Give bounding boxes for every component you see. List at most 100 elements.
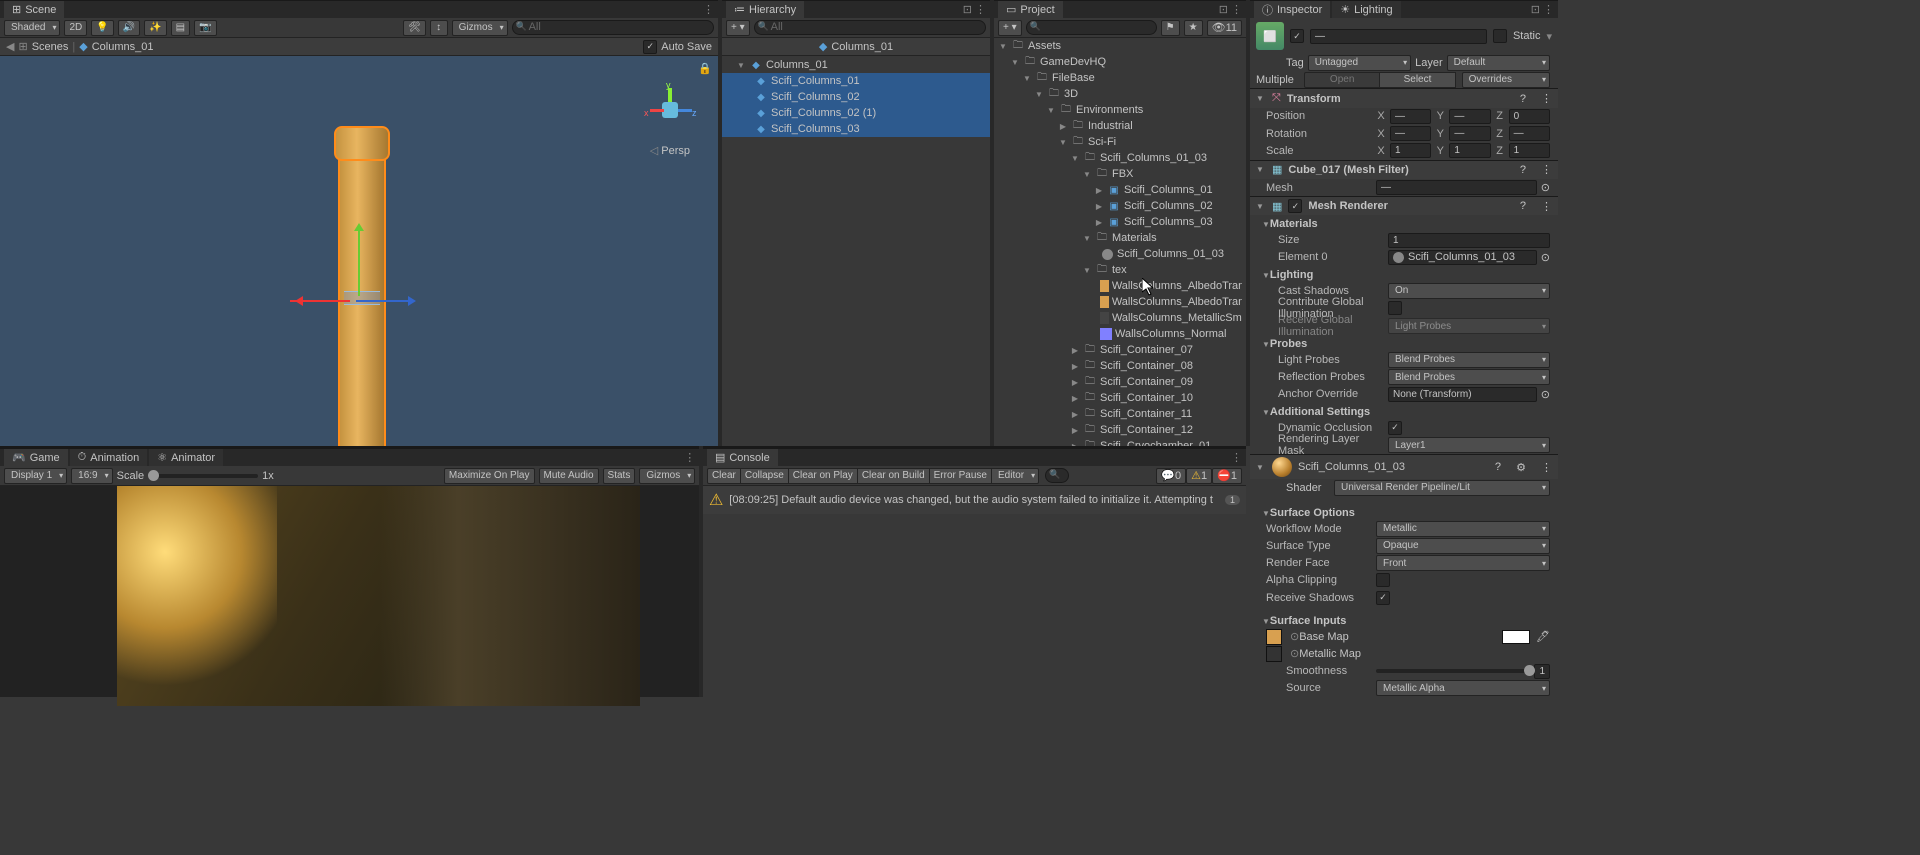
error-toggle[interactable]: ⛔1 bbox=[1212, 468, 1242, 484]
asset-item[interactable]: Scifi_Columns_01_03 bbox=[994, 246, 1246, 262]
orient-icon[interactable]: ↕ bbox=[430, 20, 448, 36]
maximize-on-play-button[interactable]: Maximize On Play bbox=[444, 468, 535, 484]
help-icon[interactable]: ? bbox=[1520, 200, 1526, 212]
folder-item[interactable]: ▼🗀Scifi_Columns_01_03 bbox=[994, 150, 1246, 166]
tab-animation[interactable]: ⏱Animation bbox=[70, 449, 148, 466]
help-icon[interactable]: ? bbox=[1520, 164, 1526, 176]
console-entry[interactable]: ⚠ [08:09:25] Default audio device was ch… bbox=[703, 486, 1246, 514]
camera-icon[interactable]: 📷 bbox=[194, 20, 216, 36]
asset-item[interactable]: ▶▣Scifi_Columns_02 bbox=[994, 198, 1246, 214]
asset-item[interactable]: WallsColumns_Normal bbox=[994, 326, 1246, 342]
create-dropdown[interactable]: + ▾ bbox=[726, 20, 750, 36]
anchor-override-field[interactable]: None (Transform) bbox=[1388, 387, 1537, 402]
move-gizmo[interactable] bbox=[290, 294, 420, 314]
hidden-count[interactable]: 👁11 bbox=[1207, 20, 1242, 36]
display-dropdown[interactable]: Display 1 bbox=[4, 468, 67, 484]
hierarchy-item[interactable]: ◆Scifi_Columns_01 bbox=[722, 73, 990, 89]
input-rot-y[interactable]: — bbox=[1449, 126, 1490, 141]
element0-field[interactable]: Scifi_Columns_01_03 bbox=[1388, 250, 1537, 265]
game-gizmos-dropdown[interactable]: Gizmos bbox=[639, 468, 695, 484]
overrides-dropdown[interactable]: Overrides bbox=[1462, 72, 1550, 88]
input-scl-z[interactable]: 1 bbox=[1509, 143, 1550, 158]
console-search[interactable] bbox=[1045, 468, 1069, 483]
hierarchy-search[interactable]: All bbox=[754, 20, 986, 35]
warn-toggle[interactable]: ⚠1 bbox=[1186, 468, 1212, 484]
tab-game[interactable]: 🎮Game bbox=[4, 449, 68, 466]
input-rot-z[interactable]: — bbox=[1509, 126, 1550, 141]
projection-label[interactable]: ◁ Persp bbox=[650, 144, 690, 157]
folder-item[interactable]: ▼🗀FBX bbox=[994, 166, 1246, 182]
layer-dropdown[interactable]: Default bbox=[1447, 55, 1550, 71]
input-scl-x[interactable]: 1 bbox=[1390, 143, 1431, 158]
folder-item[interactable]: ▼🗀tex bbox=[994, 262, 1246, 278]
hierarchy-item[interactable]: ◆Scifi_Columns_02 (1) bbox=[722, 105, 990, 121]
tab-scene[interactable]: ⊞Scene bbox=[4, 1, 64, 18]
info-toggle[interactable]: 💬0 bbox=[1156, 468, 1186, 484]
menu-icon[interactable]: ⋮ bbox=[1541, 200, 1552, 213]
object-name-field[interactable]: — bbox=[1310, 29, 1487, 44]
input-rot-x[interactable]: — bbox=[1390, 126, 1431, 141]
back-icon[interactable]: ◀ bbox=[6, 40, 14, 53]
asset-item[interactable]: WallsColumns_AlbedoTransparency bbox=[994, 278, 1246, 294]
asset-item[interactable]: ▶▣Scifi_Columns_03 bbox=[994, 214, 1246, 230]
menu-icon[interactable]: ⋮ bbox=[1541, 163, 1552, 176]
hierarchy-item[interactable]: ◆Scifi_Columns_02 bbox=[722, 89, 990, 105]
pane-menu-icon[interactable]: ⋮ bbox=[1543, 3, 1554, 16]
cast-shadows-dropdown[interactable]: On bbox=[1388, 283, 1550, 299]
component-transform[interactable]: ▼⤧Transform? ⋮ bbox=[1250, 88, 1558, 107]
folder-item[interactable]: ▶🗀Scifi_Container_09 bbox=[994, 374, 1246, 390]
open-button[interactable]: Open bbox=[1304, 72, 1380, 88]
select-button[interactable]: Select bbox=[1380, 72, 1455, 88]
breadcrumb-prefab[interactable]: Columns_01 bbox=[92, 41, 154, 53]
folder-item[interactable]: ▼🗀Sci-Fi bbox=[994, 134, 1246, 150]
surface-type-dropdown[interactable]: Opaque bbox=[1376, 538, 1550, 554]
gizmos-dropdown[interactable]: Gizmos bbox=[452, 20, 508, 36]
folder-item[interactable]: ▶🗀Industrial bbox=[994, 118, 1246, 134]
tab-lighting[interactable]: ☀Lighting bbox=[1332, 1, 1400, 18]
shading-dropdown[interactable]: Shaded bbox=[4, 20, 60, 36]
project-tree[interactable]: ▼🗀Assets ▼🗀GameDevHQ ▼🗀FileBase ▼🗀3D ▼🗀E… bbox=[994, 38, 1246, 446]
pane-menu-icon[interactable]: ⋮ bbox=[1231, 451, 1242, 464]
folder-item[interactable]: ▶🗀Scifi_Cryochamber_01 bbox=[994, 438, 1246, 446]
smoothness-value[interactable]: 1 bbox=[1534, 664, 1550, 679]
hierarchy-item[interactable]: ▼◆Columns_01 bbox=[722, 57, 990, 73]
smoothness-source-dropdown[interactable]: Metallic Alpha bbox=[1376, 680, 1550, 696]
pane-menu-icon[interactable]: ⋮ bbox=[703, 3, 714, 16]
mode-2d-button[interactable]: 2D bbox=[64, 20, 87, 36]
tab-inspector[interactable]: ⓘInspector bbox=[1254, 1, 1330, 18]
fx-icon[interactable]: ✨ bbox=[144, 20, 166, 36]
folder-item[interactable]: ▶🗀Scifi_Container_11 bbox=[994, 406, 1246, 422]
mute-audio-button[interactable]: Mute Audio bbox=[539, 468, 599, 484]
contribute-gi-checkbox[interactable] bbox=[1388, 301, 1402, 315]
pane-menu-icon[interactable]: ⋮ bbox=[1231, 3, 1242, 16]
static-checkbox[interactable] bbox=[1493, 29, 1507, 43]
scene-viewport[interactable]: 🔒 y x z ◁ Persp bbox=[0, 56, 718, 446]
clear-on-build-button[interactable]: Clear on Build bbox=[858, 468, 930, 484]
folder-item[interactable]: ▶🗀Scifi_Container_08 bbox=[994, 358, 1246, 374]
picker-icon[interactable]: ⊙ bbox=[1541, 251, 1550, 264]
folder-item[interactable]: ▶🗀Scifi_Container_12 bbox=[994, 422, 1246, 438]
error-pause-button[interactable]: Error Pause bbox=[930, 468, 992, 484]
light-icon[interactable]: 💡 bbox=[91, 20, 113, 36]
move-gizmo-y[interactable] bbox=[358, 226, 360, 296]
material-header[interactable]: ▼Scifi_Columns_01_03? ⚙ ⋮ bbox=[1250, 454, 1558, 479]
project-search[interactable] bbox=[1026, 20, 1157, 35]
tab-hierarchy[interactable]: ≔Hierarchy bbox=[726, 1, 804, 18]
smoothness-slider[interactable] bbox=[1376, 669, 1530, 673]
hierarchy-item[interactable]: ◆Scifi_Columns_03 bbox=[722, 121, 990, 137]
picker-icon[interactable]: ⊙ bbox=[1541, 181, 1550, 194]
audio-icon[interactable]: 🔊 bbox=[118, 20, 140, 36]
lock-icon[interactable]: 🔒 bbox=[698, 62, 712, 75]
alpha-clip-checkbox[interactable] bbox=[1376, 573, 1390, 587]
basemap-color[interactable] bbox=[1502, 630, 1530, 644]
basemap-tex-slot[interactable] bbox=[1266, 629, 1282, 645]
scale-slider[interactable] bbox=[148, 474, 258, 478]
active-checkbox[interactable]: ✓ bbox=[1290, 29, 1304, 43]
pane-menu-icon[interactable]: ⋮ bbox=[975, 3, 986, 16]
menu-icon[interactable]: ⋮ bbox=[1541, 92, 1552, 105]
input-pos-y[interactable]: — bbox=[1449, 109, 1490, 124]
folder-item[interactable]: ▶🗀Scifi_Container_07 bbox=[994, 342, 1246, 358]
folder-item[interactable]: ▶🗀Scifi_Container_10 bbox=[994, 390, 1246, 406]
reflection-probes-dropdown[interactable]: Blend Probes bbox=[1388, 369, 1550, 385]
clear-on-play-button[interactable]: Clear on Play bbox=[789, 468, 858, 484]
